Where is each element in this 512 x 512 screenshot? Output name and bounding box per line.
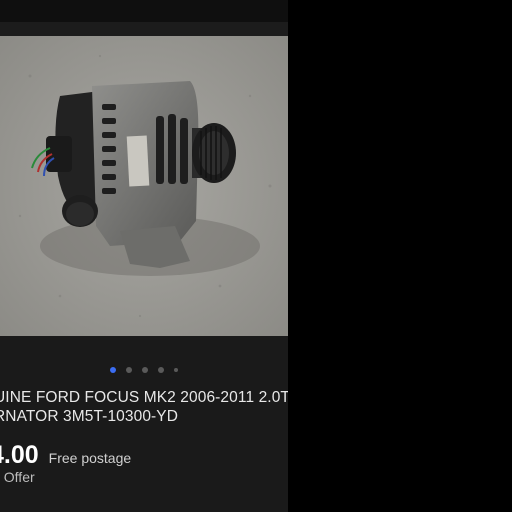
listing-card: UINE FORD FOCUS MK2 2006-2011 2.0TI RNAT… (0, 0, 288, 512)
top-bar-divider (0, 22, 288, 36)
gallery-dot-3[interactable] (142, 367, 148, 373)
gallery-dot-4[interactable] (158, 367, 164, 373)
listing-price: 4.00 (0, 441, 39, 469)
top-bar (0, 0, 288, 22)
product-photo[interactable] (0, 36, 288, 336)
price-row: 4.00 Free postage (0, 441, 131, 471)
best-offer-label: t Offer (0, 469, 35, 485)
postage-label: Free postage (48, 450, 132, 466)
listing-title[interactable]: UINE FORD FOCUS MK2 2006-2011 2.0TI RNAT… (0, 388, 288, 426)
gallery-dot-2[interactable] (126, 367, 132, 373)
gallery-dot-5[interactable] (174, 368, 178, 372)
gallery-dot-1[interactable] (110, 367, 116, 373)
gallery-pagination[interactable] (0, 364, 288, 376)
alternator-image (0, 36, 288, 336)
